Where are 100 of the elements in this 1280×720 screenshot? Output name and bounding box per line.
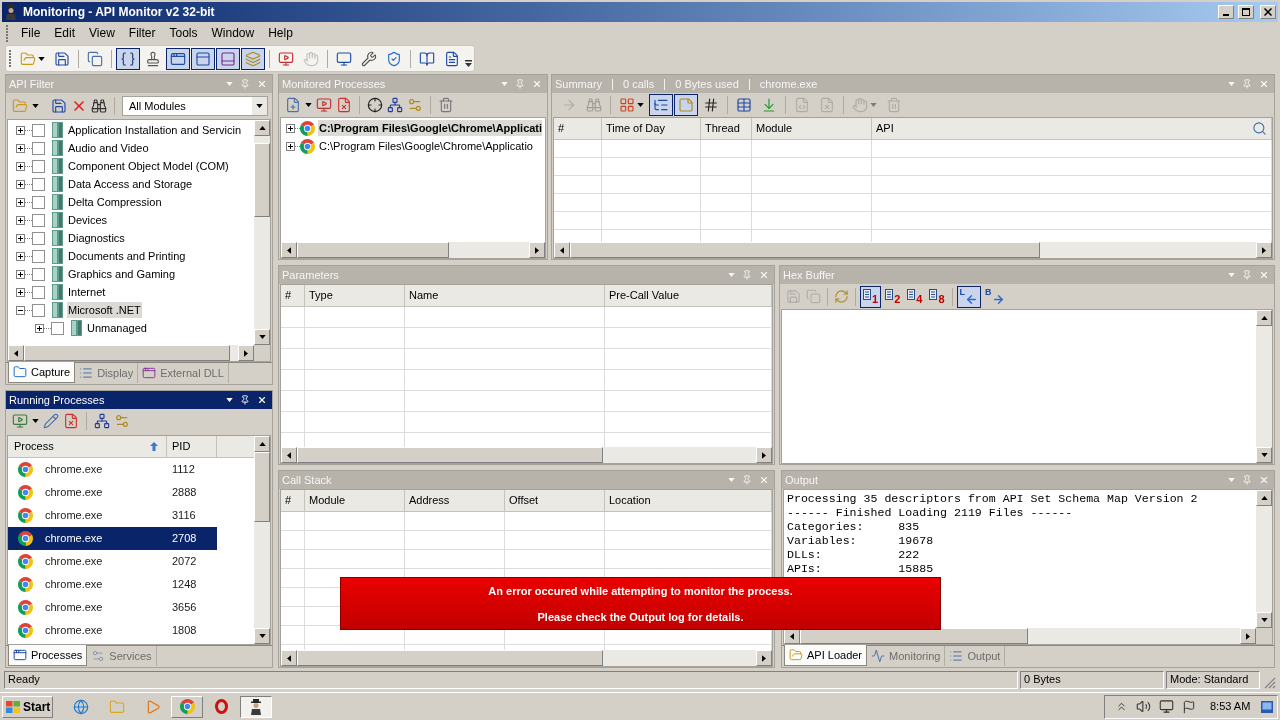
menu-item[interactable]: Help <box>261 24 300 42</box>
column-header[interactable]: Offset <box>505 490 605 511</box>
ring-logo-icon[interactable] <box>215 699 228 714</box>
checkbox[interactable] <box>32 303 45 317</box>
save-icon[interactable] <box>51 98 67 114</box>
tab[interactable]: Output <box>945 646 1006 666</box>
expand-icon[interactable] <box>16 125 25 135</box>
tree-item[interactable]: Documents and Printing <box>67 248 187 264</box>
minimize-button[interactable] <box>1218 5 1234 19</box>
checkbox[interactable] <box>32 213 45 227</box>
process-row[interactable]: chrome.exe 1248 <box>8 573 217 596</box>
expand-icon[interactable] <box>16 143 25 153</box>
column-header[interactable]: Process <box>8 436 167 457</box>
process-row[interactable]: chrome.exe 1808 <box>8 619 217 642</box>
horizontal-scrollbar[interactable] <box>8 345 254 361</box>
expand-icon[interactable] <box>16 251 25 261</box>
process-row[interactable]: chrome.exe 3116 <box>8 504 217 527</box>
tree-item[interactable]: Graphics and Gaming <box>67 266 176 282</box>
scroll-thumb[interactable] <box>800 628 1028 644</box>
scroll-left-button[interactable] <box>8 345 24 361</box>
vertical-scrollbar[interactable] <box>1256 310 1272 463</box>
process-row[interactable]: chrome.exe 2888 <box>8 481 217 504</box>
column-header[interactable]: Thread <box>701 118 752 139</box>
expand-icon[interactable] <box>16 287 25 297</box>
scroll-right-button[interactable] <box>756 447 772 463</box>
expand-icon[interactable] <box>16 269 25 279</box>
menu-item[interactable]: View <box>82 24 122 42</box>
toolbar-button[interactable] <box>166 47 190 70</box>
horizontal-scrollbar[interactable] <box>281 447 772 463</box>
scroll-down-button[interactable] <box>254 628 270 644</box>
byte-width-button[interactable]: 2 <box>882 285 904 308</box>
scroll-right-button[interactable] <box>238 345 254 361</box>
expand-icon[interactable] <box>16 161 25 171</box>
scroll-right-button[interactable] <box>756 650 772 666</box>
scroll-thumb[interactable] <box>24 345 230 361</box>
toolbar-button[interactable] <box>216 47 240 70</box>
tab[interactable]: Capture <box>8 362 76 383</box>
tree-item[interactable]: Delta Compression <box>67 194 163 210</box>
column-header[interactable]: # <box>281 490 305 511</box>
tab[interactable]: Display <box>75 363 139 383</box>
expand-icon[interactable] <box>286 123 295 133</box>
column-header[interactable]: Address <box>405 490 505 511</box>
horizontal-scrollbar[interactable] <box>554 242 1272 258</box>
scroll-up-button[interactable] <box>1256 310 1272 326</box>
column-header[interactable]: API <box>872 118 1272 139</box>
checkbox[interactable] <box>32 141 45 155</box>
play-icon[interactable] <box>145 698 161 715</box>
globe-icon[interactable] <box>73 698 89 715</box>
process-path[interactable]: C:\Program Files\Google\Chrome\Applicatio <box>318 138 533 154</box>
checkbox[interactable] <box>32 267 45 281</box>
speaker-icon[interactable] <box>1136 699 1151 714</box>
caret-icon[interactable] <box>305 103 312 107</box>
search-icon[interactable] <box>1252 121 1267 136</box>
scroll-right-button[interactable] <box>1256 242 1272 258</box>
tree-item[interactable]: Data Access and Storage <box>67 176 194 192</box>
scroll-thumb[interactable] <box>297 242 449 258</box>
column-header[interactable]: Name <box>405 285 605 306</box>
process-row[interactable]: chrome.exe 1112 <box>8 458 217 481</box>
tree-item[interactable]: Microsoft .NET <box>67 302 142 318</box>
horizontal-scrollbar[interactable] <box>784 628 1256 644</box>
checkbox[interactable] <box>32 177 45 191</box>
scroll-thumb[interactable] <box>254 143 270 217</box>
vertical-scrollbar[interactable] <box>254 436 270 644</box>
tab[interactable]: API Loader <box>784 645 868 666</box>
start-button[interactable]: Start <box>2 695 53 718</box>
toolbar-button[interactable] <box>649 94 673 116</box>
checkbox[interactable] <box>51 321 64 335</box>
overflow-chevron-icon[interactable] <box>465 60 472 68</box>
scroll-right-button[interactable] <box>529 242 545 258</box>
tree-item[interactable]: Application Installation and Servicin <box>67 122 243 138</box>
column-header[interactable]: Location <box>605 490 772 511</box>
file-icon[interactable] <box>63 413 79 429</box>
byte-width-button[interactable]: 1 <box>860 285 882 308</box>
tab[interactable]: Processes <box>8 645 88 666</box>
menu-item[interactable]: Filter <box>121 24 163 42</box>
expand-icon[interactable] <box>16 215 25 225</box>
monitor-icon[interactable] <box>1159 699 1174 714</box>
menu-item[interactable]: Edit <box>47 24 83 42</box>
scroll-up-button[interactable] <box>1256 490 1272 506</box>
column-header[interactable]: # <box>554 118 602 139</box>
scroll-right-button[interactable] <box>1240 628 1256 644</box>
sliders-icon[interactable] <box>114 413 130 429</box>
taskbar-button[interactable] <box>240 695 272 718</box>
toolbar-button[interactable] <box>674 94 698 116</box>
process-row[interactable]: chrome.exe 2072 <box>8 550 217 573</box>
tab[interactable]: Services <box>87 646 157 666</box>
sliders-icon[interactable] <box>407 97 423 113</box>
scroll-up-button[interactable] <box>254 436 270 452</box>
menu-item[interactable]: Window <box>204 24 262 42</box>
column-header[interactable]: Pre-Call Value <box>605 285 772 306</box>
horizontal-scrollbar[interactable] <box>281 242 545 258</box>
checkbox[interactable] <box>32 159 45 173</box>
byte-width-button[interactable]: 8 <box>926 285 948 308</box>
caret-icon[interactable] <box>32 419 39 423</box>
checkbox[interactable] <box>32 231 45 245</box>
expand-icon[interactable] <box>16 197 25 207</box>
expand-icon[interactable] <box>16 233 25 243</box>
checkbox[interactable] <box>32 123 45 137</box>
byte-order-button[interactable]: B <box>982 285 1008 308</box>
caret-icon[interactable] <box>32 104 39 108</box>
